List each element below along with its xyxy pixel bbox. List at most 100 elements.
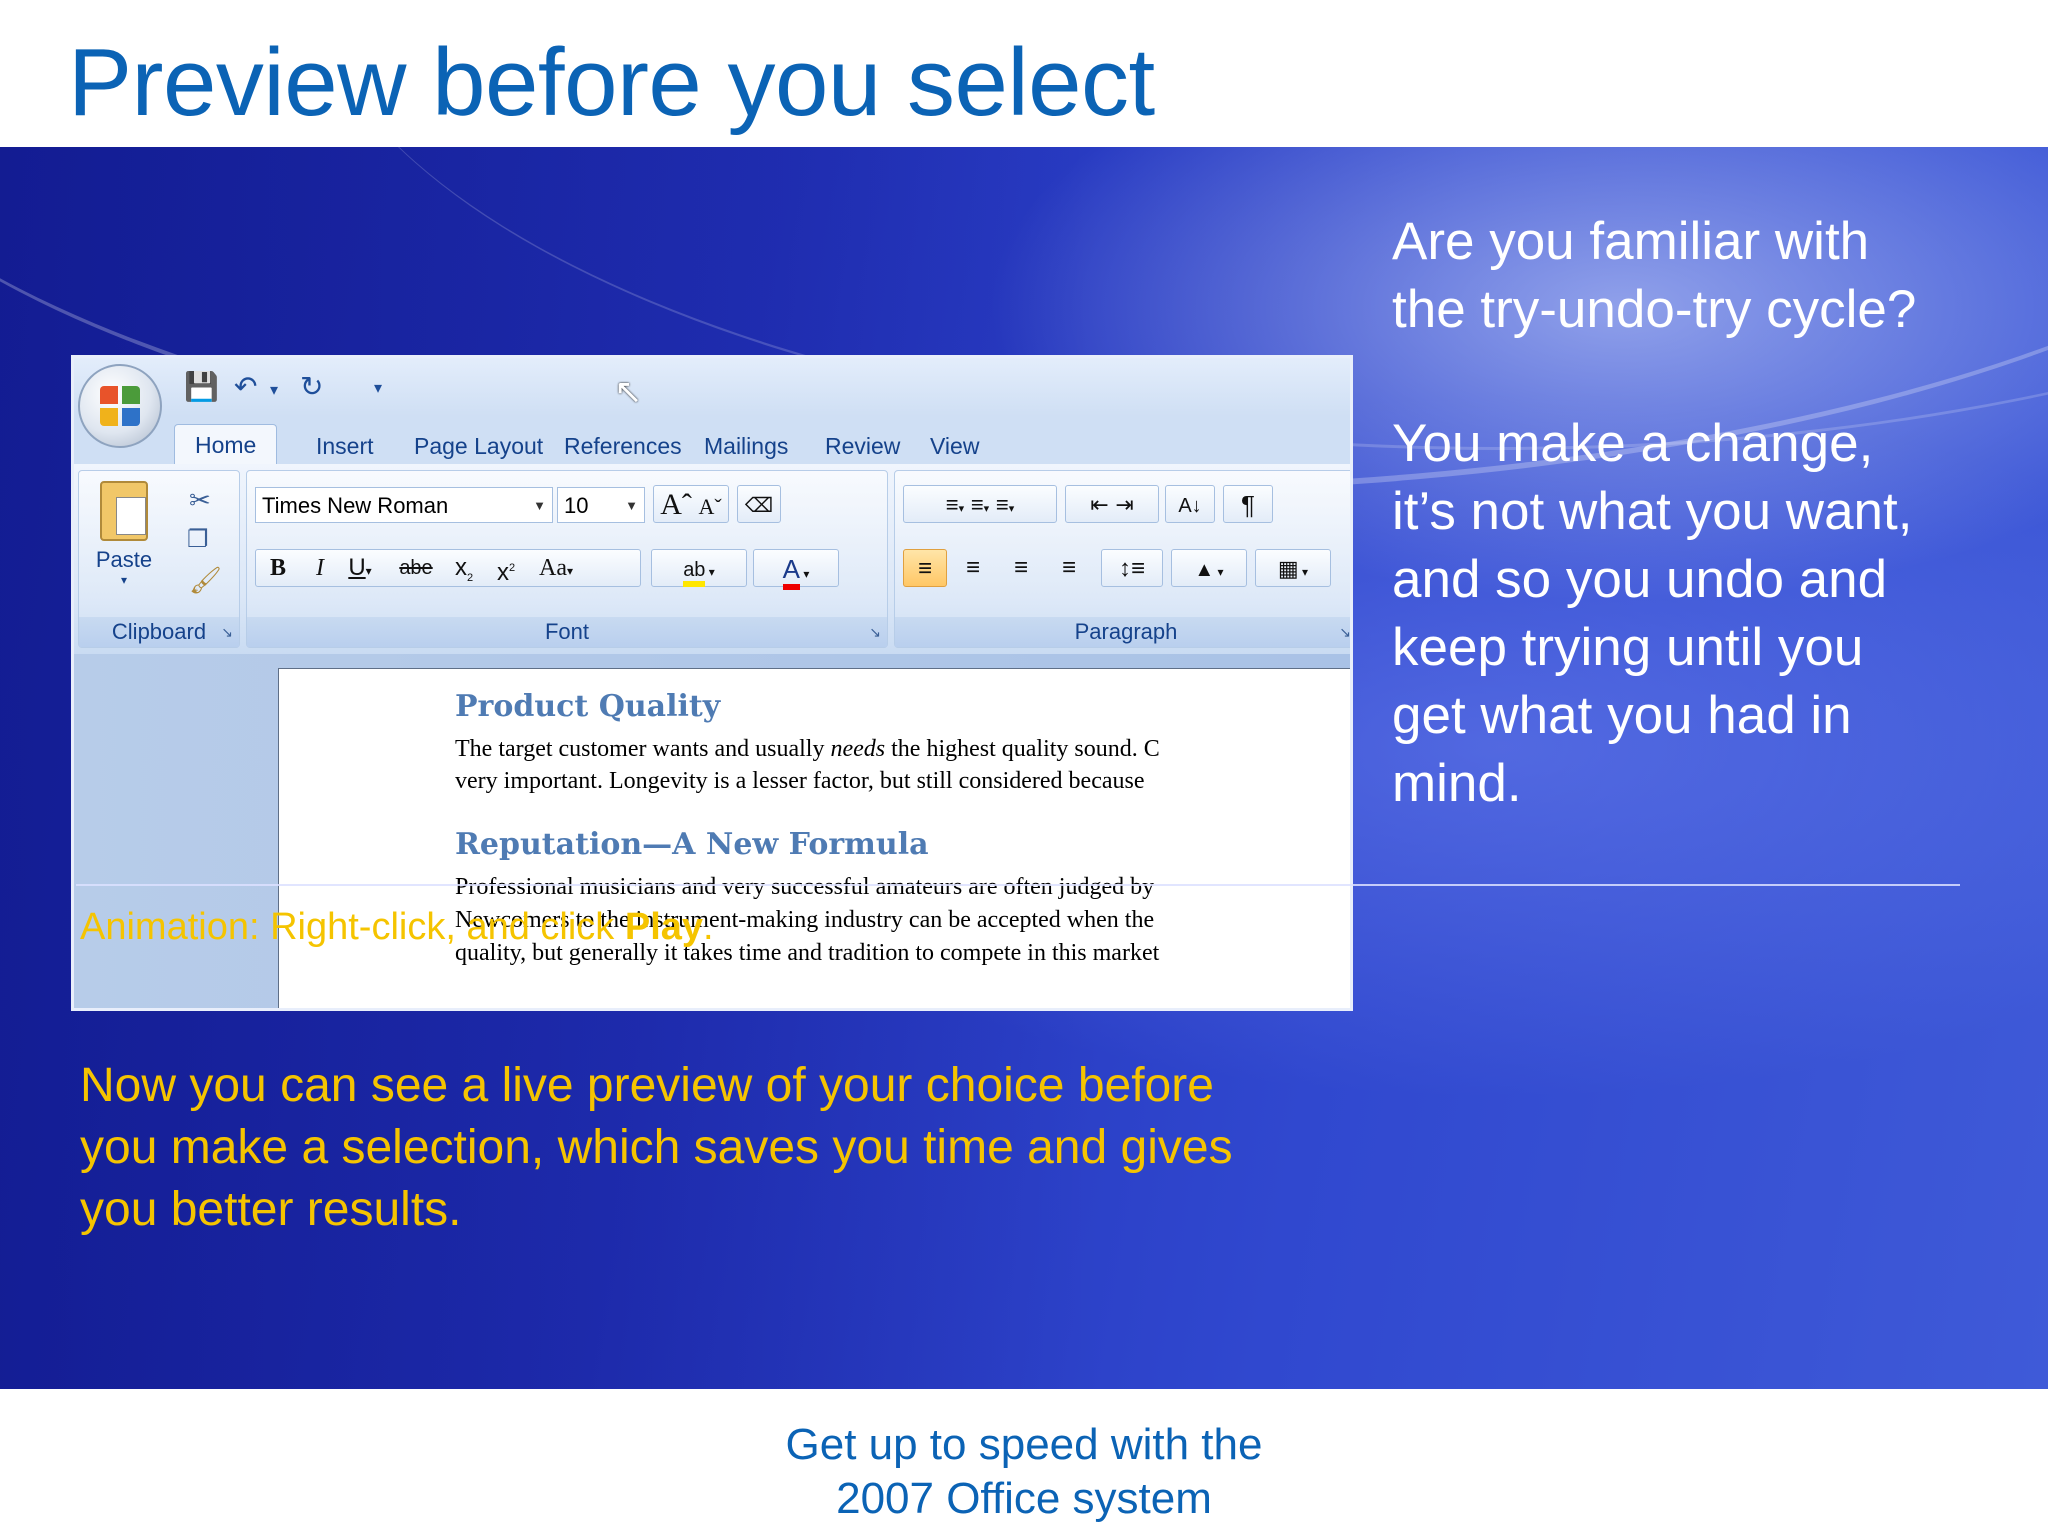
clear-formatting-button[interactable]: ⌫ <box>737 485 781 523</box>
clipboard-launcher-icon[interactable]: ↘ <box>221 624 233 641</box>
document-area: Product Quality The target customer want… <box>74 654 1350 1008</box>
summary-line: Now you can see a live preview of your c… <box>80 1059 1214 1112</box>
intro-question: Are you familiar with the try-undo-try c… <box>1392 208 1992 344</box>
decrease-indent-icon[interactable]: ⇤ <box>1090 492 1108 517</box>
sort-button[interactable]: A↓ <box>1165 485 1215 523</box>
shading-button[interactable]: ▲ ▾ <box>1171 549 1247 587</box>
font-color-button[interactable]: A ▾ <box>753 549 839 590</box>
font-size-combo[interactable]: 10 ▼ <box>557 487 645 523</box>
mouse-pointer-icon: ↖ <box>614 373 643 411</box>
footer-line: 2007 Office system <box>836 1474 1212 1523</box>
bullets-icon[interactable]: ≡ <box>946 492 959 517</box>
paragraph-launcher-icon[interactable]: ↘ <box>1339 624 1350 641</box>
grow-font-icon[interactable]: Aˆ <box>660 488 692 521</box>
shrink-font-icon[interactable]: Aˇ <box>699 494 722 519</box>
paragraph-group: ≡▾ ≡▾ ≡▾ ⇤ ⇥ A↓ ¶ ≡ ≡ ≡ ≡ ↕≡ ▲ ▾ ▦ ▾ Par… <box>894 470 1350 648</box>
line-spacing-icon: ↕≡ <box>1118 555 1145 582</box>
footer-line: Get up to speed with the <box>785 1420 1263 1469</box>
undo-dropdown-icon[interactable]: ▾ <box>270 380 278 400</box>
explanation-line: mind. <box>1392 754 1522 813</box>
align-center-icon[interactable]: ≡ <box>951 549 995 587</box>
font-group: Times New Roman ▼ 10 ▼ Aˆ Aˇ ⌫ B I U▾ ab… <box>246 470 888 648</box>
numbering-icon[interactable]: ≡ <box>971 492 984 517</box>
underline-icon[interactable]: U▾ <box>341 549 379 587</box>
list-buttons: ≡▾ ≡▾ ≡▾ <box>903 485 1057 523</box>
indent-buttons: ⇤ ⇥ <box>1065 485 1159 523</box>
tab-insert[interactable]: Insert <box>296 428 394 464</box>
paste-icon <box>100 481 148 541</box>
superscript-icon[interactable]: x2 <box>487 549 525 587</box>
quick-access-toolbar: 💾 ↶ ▾ ↻ ▾ ↖ <box>74 358 1350 416</box>
doc-paragraph-line: The target customer wants and usually ne… <box>455 736 1160 762</box>
tab-page-layout[interactable]: Page Layout <box>394 428 563 464</box>
increase-indent-icon[interactable]: ⇥ <box>1115 492 1133 517</box>
line-spacing-button[interactable]: ↕≡ <box>1101 549 1163 587</box>
tab-mailings[interactable]: Mailings <box>684 428 808 464</box>
customize-qat-icon[interactable]: ▾ <box>374 378 382 398</box>
borders-icon: ▦ <box>1277 556 1299 581</box>
explanation-line: and so you undo and <box>1392 550 1888 609</box>
clipboard-group: Paste ▾ ✂ ❐ 🖌 Clipboard ↘ <box>78 470 240 648</box>
font-group-label: Font <box>247 617 887 647</box>
copy-icon[interactable]: ❐ <box>187 525 209 554</box>
cut-icon[interactable]: ✂ <box>189 485 211 516</box>
clear-formatting-icon: ⌫ <box>744 495 774 517</box>
show-formatting-button[interactable]: ¶ <box>1223 485 1273 523</box>
explanation-line: get what you had in <box>1392 686 1852 745</box>
tab-view[interactable]: View <box>910 428 999 464</box>
redo-icon[interactable]: ↻ <box>300 370 323 403</box>
font-color-icon: A <box>782 554 800 590</box>
highlight-color-button[interactable]: ab ▾ <box>651 549 747 587</box>
save-icon[interactable]: 💾 <box>184 370 219 403</box>
explanation-line: You make a change, <box>1392 414 1874 473</box>
format-painter-icon[interactable]: 🖌 <box>189 565 222 596</box>
font-name-value: Times New Roman <box>262 493 449 518</box>
paragraph-group-label: Paragraph <box>895 617 1350 647</box>
summary-text: Now you can see a live preview of your c… <box>80 1055 1380 1241</box>
summary-line: you make a selection, which saves you ti… <box>80 1121 1233 1174</box>
change-case-icon[interactable]: Aa▾ <box>537 549 575 587</box>
font-name-combo[interactable]: Times New Roman ▼ <box>255 487 553 523</box>
explanation-line: it’s not what you want, <box>1392 482 1913 541</box>
footer-caption: Get up to speed with the 2007 Office sys… <box>0 1418 2048 1526</box>
tab-home[interactable]: Home <box>174 424 278 465</box>
multilevel-list-icon[interactable]: ≡ <box>996 492 1009 517</box>
italic-icon[interactable]: I <box>301 549 339 587</box>
font-name-dropdown-icon: ▼ <box>533 498 546 513</box>
font-size-value: 10 <box>564 493 589 518</box>
clipboard-group-label: Clipboard <box>79 617 239 647</box>
sort-icon: A↓ <box>1178 495 1202 517</box>
undo-icon[interactable]: ↶ <box>234 370 257 403</box>
subscript-icon[interactable]: x2 <box>445 549 483 587</box>
intro-line: Are you familiar with <box>1392 212 1870 271</box>
summary-line: you better results. <box>80 1183 462 1236</box>
grow-shrink-font-buttons[interactable]: Aˆ Aˇ <box>653 485 729 523</box>
doc-heading-product-quality: Product Quality <box>455 689 721 724</box>
document-page[interactable]: Product Quality The target customer want… <box>278 668 1350 1008</box>
font-size-dropdown-icon: ▼ <box>625 498 638 513</box>
justify-icon[interactable]: ≡ <box>1047 549 1091 587</box>
explanation-paragraph: You make a change, it’s not what you wan… <box>1392 410 1992 818</box>
strikethrough-icon[interactable]: abe <box>397 549 435 587</box>
font-launcher-icon[interactable]: ↘ <box>869 624 881 641</box>
paste-label: Paste <box>95 547 153 572</box>
bold-icon[interactable]: B <box>259 549 297 587</box>
tab-review[interactable]: Review <box>805 428 920 464</box>
highlight-icon: ab <box>683 559 706 587</box>
align-right-icon[interactable]: ≡ <box>999 549 1043 587</box>
play-keyword: Play <box>624 906 704 948</box>
divider-line <box>76 884 1960 886</box>
office-button[interactable] <box>78 364 162 448</box>
paste-dropdown-icon: ▾ <box>120 573 128 587</box>
ribbon-tabs: Home Insert Page Layout References Maili… <box>74 416 1350 465</box>
office-logo-icon <box>100 386 140 426</box>
tab-references[interactable]: References <box>544 428 702 464</box>
doc-paragraph-line: Professional musicians and very successf… <box>455 874 1155 900</box>
borders-button[interactable]: ▦ ▾ <box>1255 549 1331 587</box>
ribbon: Paste ▾ ✂ ❐ 🖌 Clipboard ↘ Times New Roma… <box>74 464 1350 655</box>
paste-button[interactable]: Paste ▾ <box>89 481 159 601</box>
align-left-icon[interactable]: ≡ <box>903 549 947 587</box>
shading-icon: ▲ <box>1194 559 1215 581</box>
intro-line: the try-undo-try cycle? <box>1392 280 1917 339</box>
animation-note: Animation: Right-click, and click Play. <box>80 906 714 948</box>
